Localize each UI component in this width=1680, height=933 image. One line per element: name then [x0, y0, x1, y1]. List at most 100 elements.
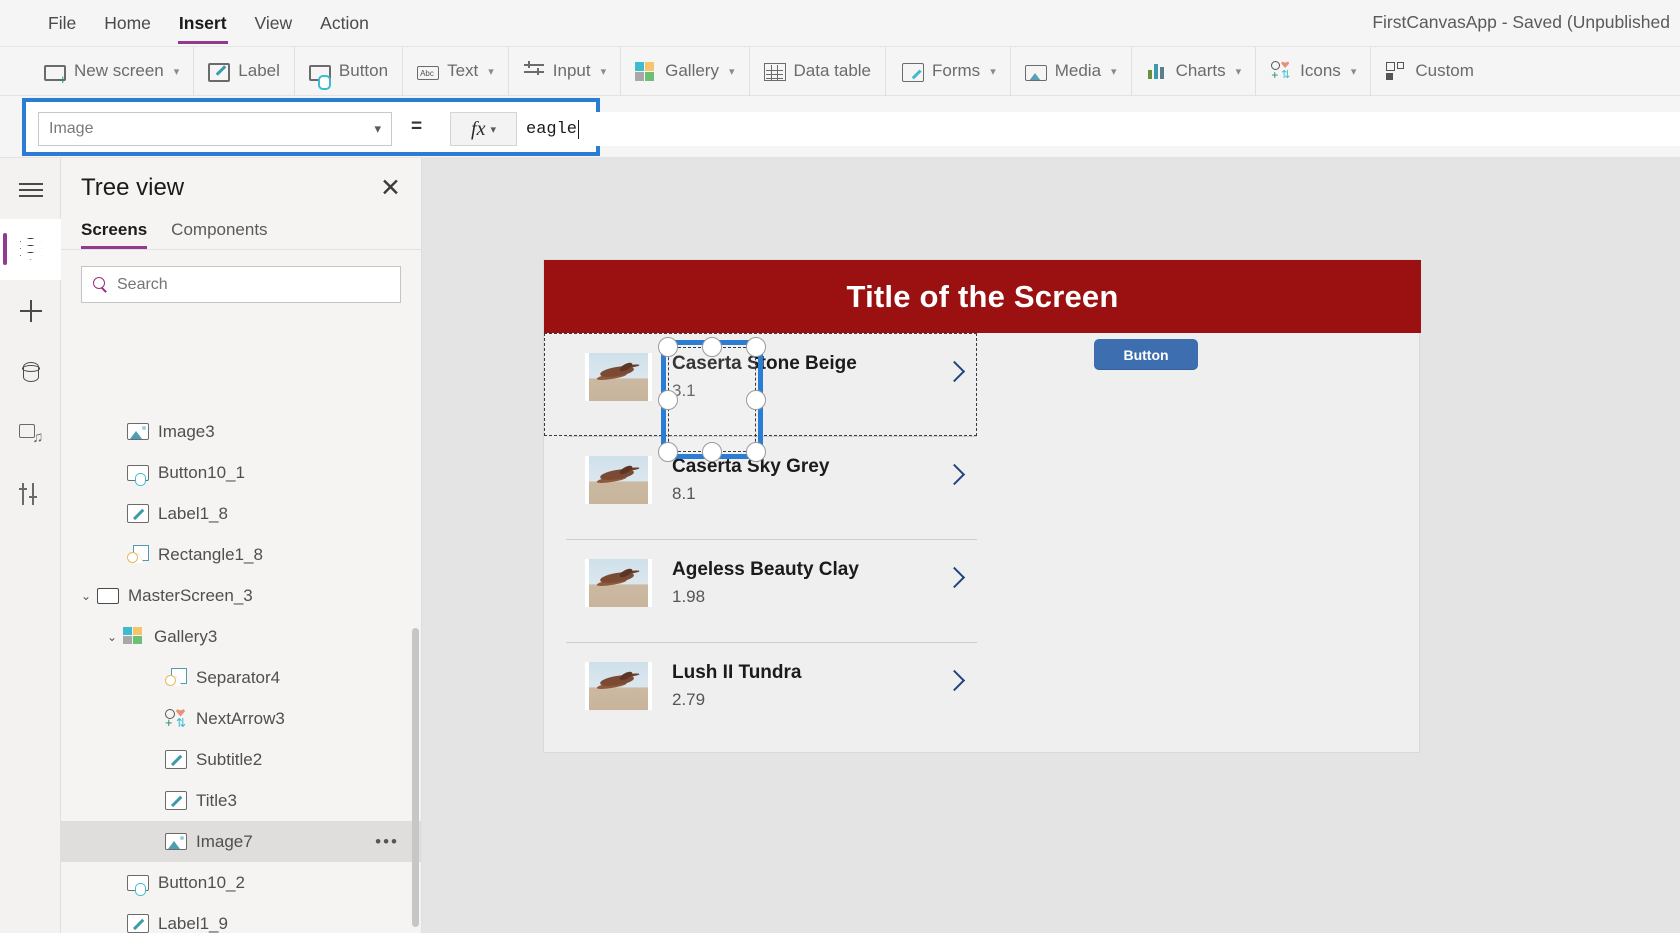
selection-dashed-box [668, 347, 756, 452]
data-button[interactable] [0, 341, 61, 402]
resize-handle-s[interactable] [702, 442, 722, 462]
charts-icon [1146, 60, 1168, 82]
chevron-down-icon[interactable]: ⌄ [101, 630, 123, 644]
tree-view-scrollbar[interactable] [412, 628, 419, 927]
menu-item-action[interactable]: Action [306, 0, 383, 47]
resize-handle-se[interactable] [746, 442, 766, 462]
tree-node-label1-9[interactable]: Label1_9 [61, 903, 421, 933]
resize-handle-sw[interactable] [658, 442, 678, 462]
next-arrow-icon[interactable] [944, 564, 966, 598]
ribbon-custom[interactable]: Custom [1371, 47, 1488, 96]
data-table-icon [763, 63, 786, 81]
search-icon [93, 277, 108, 292]
close-icon[interactable]: ✕ [380, 175, 401, 201]
tab-components[interactable]: Components [171, 220, 267, 249]
text-icon [417, 66, 440, 80]
tree-node-label: Button10_2 [158, 872, 245, 892]
chevron-down-icon: ▾ [488, 65, 494, 78]
gallery-separator [566, 539, 977, 540]
tree-node-nextarrow3[interactable]: + ⇅ NextArrow3 [61, 698, 421, 739]
text-cursor [578, 119, 580, 139]
resize-handle-w[interactable] [658, 390, 678, 410]
tree-node-masterscreen-3[interactable]: ⌄ MasterScreen_3 [61, 575, 421, 616]
hamburger-icon [18, 176, 44, 202]
resize-handle-nw[interactable] [658, 337, 678, 357]
menu-item-file[interactable]: File [34, 0, 90, 47]
search-input[interactable] [117, 275, 389, 294]
gallery-item-thumbnail[interactable] [585, 559, 652, 607]
ribbon-label: Gallery [665, 61, 719, 80]
screen-title-bar[interactable]: Title of the Screen [544, 260, 1421, 333]
ribbon-label: Media [1054, 61, 1102, 80]
gallery-item-thumbnail[interactable] [585, 456, 652, 504]
tree-view-button[interactable] [0, 219, 61, 280]
tree-node-gallery3[interactable]: ⌄ Gallery3 [61, 616, 421, 657]
app-screen-preview[interactable]: Title of the Screen Caserta Stone Beige … [543, 259, 1421, 753]
insert-button[interactable] [0, 280, 61, 341]
button-icon [308, 64, 331, 90]
tab-screens[interactable]: Screens [81, 220, 148, 249]
button-icon [127, 874, 149, 896]
tree-node-subtitle2[interactable]: Subtitle2 [61, 739, 421, 780]
ribbon-charts[interactable]: Charts ▾ [1132, 46, 1257, 96]
next-arrow-icon[interactable] [944, 461, 966, 495]
shape-icon [165, 668, 187, 687]
ribbon-forms[interactable]: Forms ▾ [886, 46, 1011, 96]
gallery-item-thumbnail[interactable] [585, 662, 652, 710]
chevron-down-icon[interactable]: ⌄ [75, 589, 97, 603]
ribbon-media[interactable]: Media ▾ [1011, 46, 1132, 96]
hamburger-menu-button[interactable] [0, 158, 61, 219]
icons-icon: + ⇅ [1270, 60, 1292, 82]
resize-handle-n[interactable] [702, 337, 722, 357]
ribbon-label[interactable]: Label [194, 46, 295, 96]
ribbon-icons[interactable]: + ⇅ Icons ▾ [1256, 46, 1372, 96]
ribbon-new-screen[interactable]: New screen ▾ [30, 46, 195, 96]
next-arrow-icon[interactable] [944, 358, 966, 392]
tree-node-label1-8[interactable]: Label1_8 [61, 493, 421, 534]
tree-node-button10-2[interactable]: Button10_2 [61, 862, 421, 903]
gallery-item-title: Ageless Beauty Clay [672, 559, 859, 580]
ribbon-button[interactable]: Button [295, 46, 404, 96]
resize-handle-e[interactable] [746, 390, 766, 410]
tools-icon [18, 481, 44, 507]
next-arrow-icon[interactable] [944, 667, 966, 701]
ribbon-data-table[interactable]: Data table [750, 46, 887, 96]
tree-node-button10-1[interactable]: Button10_1 [61, 452, 421, 493]
media-icon [1024, 64, 1047, 81]
tree-node-label: Image7 [196, 831, 253, 851]
gallery-item-thumbnail[interactable] [585, 353, 652, 401]
gallery-item[interactable]: Ageless Beauty Clay 1.98 [544, 539, 977, 642]
menu-item-home[interactable]: Home [90, 0, 165, 47]
chevron-down-icon: ▾ [990, 65, 996, 78]
tree-node-separator4[interactable]: Separator4 [61, 657, 421, 698]
gallery-item-subtitle: 8.1 [672, 484, 696, 503]
gallery-separator [566, 642, 977, 643]
database-icon [18, 359, 44, 385]
tree-node-image3[interactable]: Image3 [61, 411, 421, 452]
ribbon-label: Charts [1175, 61, 1226, 80]
advanced-tools-button[interactable] [0, 463, 61, 524]
menu-item-insert[interactable]: Insert [165, 0, 241, 47]
gallery-item[interactable]: Lush II Tundra 2.79 [544, 642, 977, 745]
search-box[interactable] [81, 266, 401, 303]
tree-node-label: Image3 [158, 421, 215, 441]
label-icon [165, 750, 187, 769]
property-dropdown[interactable]: Image ▾ [38, 112, 392, 146]
ribbon-text[interactable]: Text ▾ [403, 46, 509, 96]
resize-handle-ne[interactable] [746, 337, 766, 357]
media-button[interactable] [0, 402, 61, 463]
tree-node-rectangle1-8[interactable]: Rectangle1_8 [61, 534, 421, 575]
fx-button[interactable]: fx ▾ [450, 112, 517, 146]
label-icon [127, 914, 149, 933]
tree-node-image7[interactable]: Image7 ••• [61, 821, 421, 862]
chevron-down-icon: ▾ [1111, 65, 1117, 78]
ribbon-input[interactable]: Input ▾ [509, 46, 622, 96]
ribbon-gallery[interactable]: Gallery ▾ [621, 46, 750, 96]
tree-view-title: Tree view [81, 174, 185, 201]
more-options-icon[interactable]: ••• [375, 832, 399, 852]
canvas-button[interactable]: Button [1094, 339, 1198, 370]
tree-node-title3[interactable]: Title3 [61, 780, 421, 821]
formula-input[interactable]: eagle [518, 112, 1680, 146]
canvas-area[interactable]: Title of the Screen Caserta Stone Beige … [422, 158, 1680, 933]
menu-item-view[interactable]: View [241, 0, 307, 47]
